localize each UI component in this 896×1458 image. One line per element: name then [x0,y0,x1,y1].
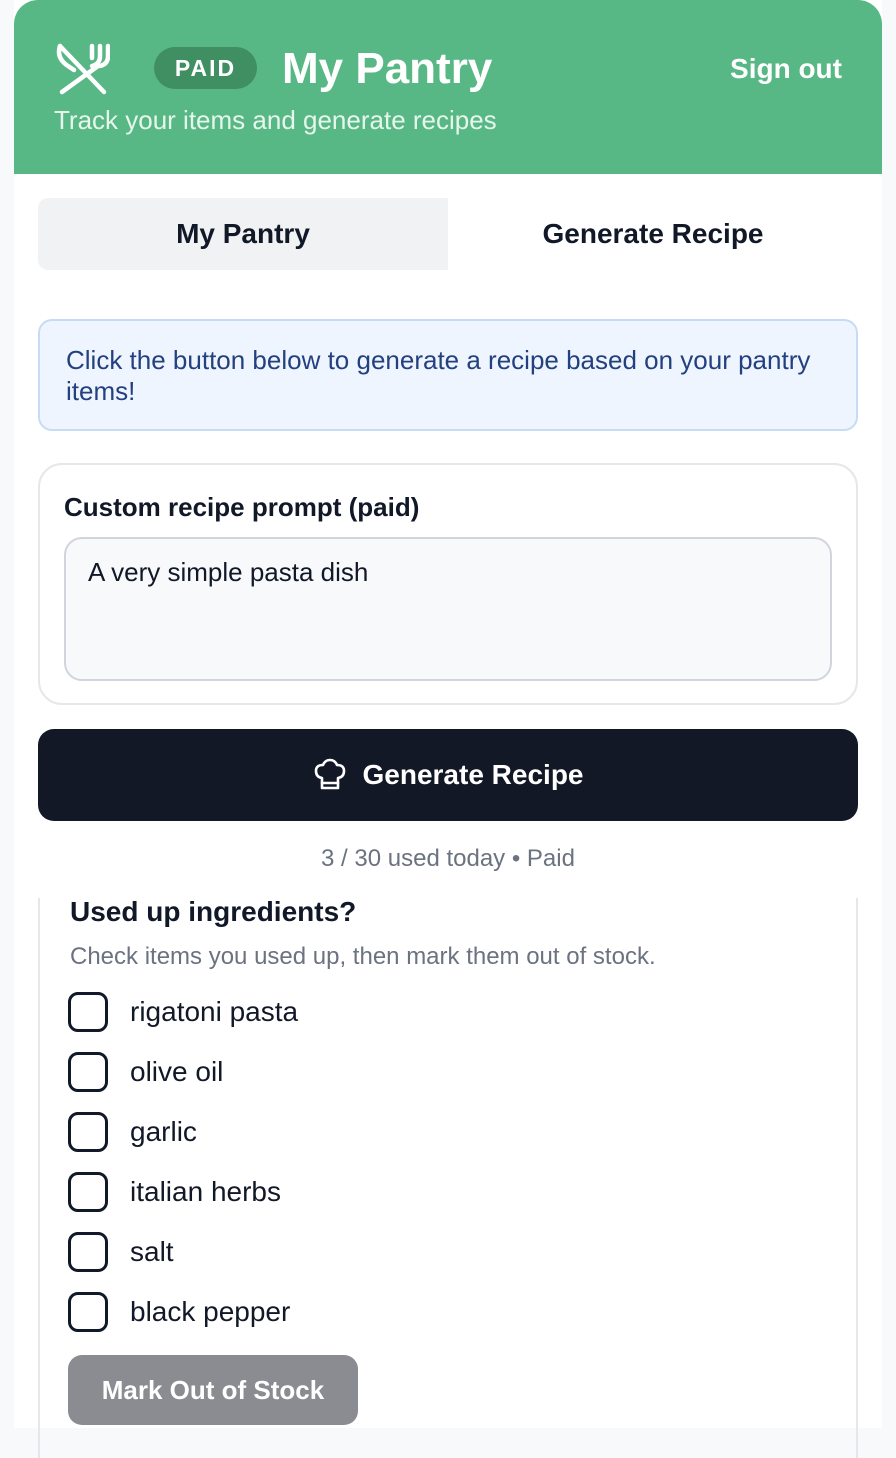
ingredient-checkbox[interactable] [68,1232,108,1272]
chef-hat-icon [314,758,345,790]
tab-generate-recipe[interactable]: Generate Recipe [448,198,858,270]
ingredient-label: italian herbs [130,1176,281,1207]
page-title: My Pantry [282,44,493,93]
paid-badge: PAID [154,47,257,89]
generate-recipe-button[interactable]: Generate Recipe [38,729,858,821]
ingredient-item[interactable]: garlic [68,1112,197,1152]
generate-recipe-label: Generate Recipe [362,759,584,790]
ingredient-item[interactable]: salt [68,1232,174,1272]
header: PAID My Pantry Track your items and gene… [14,0,882,174]
ingredient-item[interactable]: italian herbs [68,1172,281,1212]
ingredient-label: rigatoni pasta [130,996,299,1027]
tab-bar: My Pantry Generate Recipe [38,198,858,270]
ingredient-checkbox[interactable] [68,1172,108,1212]
custom-prompt-label: Custom recipe prompt (paid) [64,492,420,522]
tab-my-pantry[interactable]: My Pantry [38,198,448,270]
sign-out-link[interactable]: Sign out [730,52,842,86]
used-up-title: Used up ingredients? [70,896,357,927]
app-container: PAID My Pantry Track your items and gene… [14,0,882,1458]
custom-prompt-card: Custom recipe prompt (paid) A very simpl… [38,463,858,705]
used-up-hint: Check items you used up, then mark them … [70,943,656,970]
custom-prompt-input[interactable]: A very simple pasta dish [64,537,832,681]
ingredient-label: salt [130,1236,174,1267]
ingredient-item[interactable]: olive oil [68,1052,223,1092]
ingredient-label: black pepper [130,1296,291,1327]
utensils-crossed-icon [56,43,110,95]
usage-counter: 3 / 30 used today • Paid [321,845,575,872]
ingredient-checkbox[interactable] [68,992,108,1032]
ingredient-label: garlic [130,1116,197,1147]
info-banner: Click the button below to generate a rec… [38,319,858,431]
page-subtitle: Track your items and generate recipes [54,105,497,135]
ingredient-checkbox[interactable] [68,1112,108,1152]
ingredient-item[interactable]: black pepper [68,1292,290,1332]
ingredient-label: olive oil [130,1056,224,1087]
used-up-section: Used up ingredients? Check items you use… [38,898,858,1458]
mark-out-of-stock-button[interactable]: Mark Out of Stock [68,1355,358,1425]
ingredient-checkbox[interactable] [68,1052,108,1092]
ingredient-checkbox[interactable] [68,1292,108,1332]
ingredient-item[interactable]: rigatoni pasta [68,992,298,1032]
